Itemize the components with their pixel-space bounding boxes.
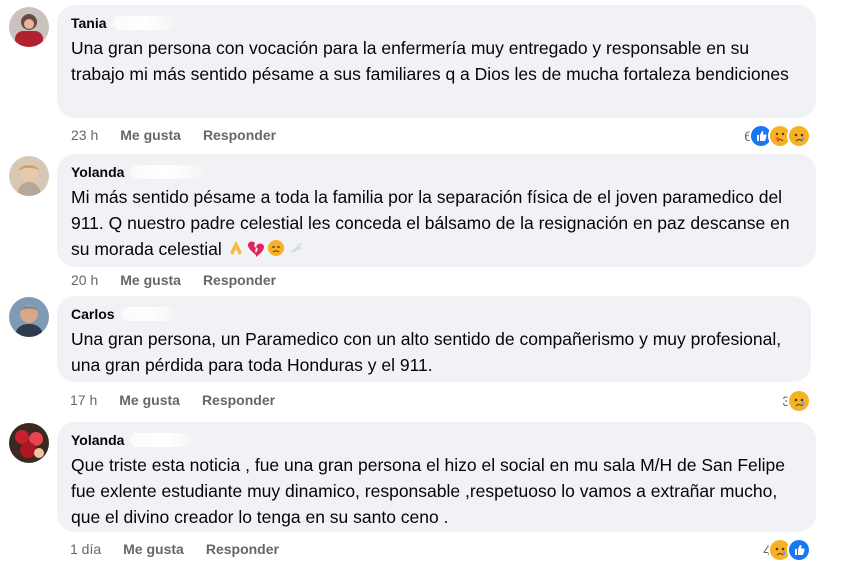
reply-button[interactable]: Responder — [202, 392, 275, 408]
timestamp[interactable]: 1 día — [70, 541, 101, 557]
comment-actions: 1 día Me gusta Responder — [70, 541, 301, 557]
praying-hands-icon — [229, 241, 242, 255]
author-name[interactable]: Carlos — [71, 305, 797, 323]
sad-icon — [787, 124, 811, 148]
comment-text: Mi más sentido pésame a toda la familia … — [71, 187, 790, 259]
comment-text: Una gran persona, un Paramedico con un a… — [71, 329, 782, 375]
dove-icon — [288, 243, 303, 253]
reply-button[interactable]: Responder — [206, 541, 279, 557]
reply-button[interactable]: Responder — [203, 272, 276, 288]
redacted-name — [112, 16, 175, 30]
reply-button[interactable]: Responder — [203, 127, 276, 143]
reaction-summary[interactable]: 4 — [763, 538, 811, 562]
timestamp[interactable]: 17 h — [70, 392, 97, 408]
avatar[interactable] — [9, 297, 49, 337]
like-icon — [787, 538, 811, 562]
like-button[interactable]: Me gusta — [120, 127, 181, 143]
avatar[interactable] — [9, 156, 49, 196]
comment-text: Una gran persona con vocación para la en… — [71, 38, 789, 84]
comment-bubble: Carlos Una gran persona, un Paramedico c… — [57, 296, 811, 382]
comment-actions: 23 h Me gusta Responder — [71, 127, 298, 143]
reaction-summary[interactable]: 6 — [744, 124, 811, 148]
comment-actions: 17 h Me gusta Responder — [70, 392, 297, 408]
timestamp[interactable]: 23 h — [71, 127, 98, 143]
avatar[interactable] — [9, 7, 49, 47]
sad-icon — [787, 389, 811, 413]
comment-actions: 20 h Me gusta Responder — [71, 272, 298, 288]
comment-bubble: Tania Una gran persona con vocación para… — [57, 5, 816, 118]
comment-bubble: Yolanda Que triste esta noticia , fue un… — [57, 422, 816, 532]
like-button[interactable]: Me gusta — [119, 392, 180, 408]
comment-text: Que triste esta noticia , fue una gran p… — [71, 455, 786, 527]
redacted-name — [130, 433, 195, 447]
reaction-summary[interactable]: 3 — [782, 389, 811, 413]
like-button[interactable]: Me gusta — [120, 272, 181, 288]
broken-heart-icon — [247, 241, 264, 257]
like-button[interactable]: Me gusta — [123, 541, 184, 557]
author-name[interactable]: Yolanda — [71, 163, 802, 181]
redacted-name — [120, 307, 175, 321]
timestamp[interactable]: 20 h — [71, 272, 98, 288]
sad-face-icon — [267, 240, 284, 256]
comment-bubble: Yolanda Mi más sentido pésame a toda la … — [57, 154, 816, 267]
redacted-name — [130, 165, 205, 179]
author-name[interactable]: Yolanda — [71, 431, 802, 449]
author-name[interactable]: Tania — [71, 14, 802, 32]
avatar[interactable] — [9, 423, 49, 463]
